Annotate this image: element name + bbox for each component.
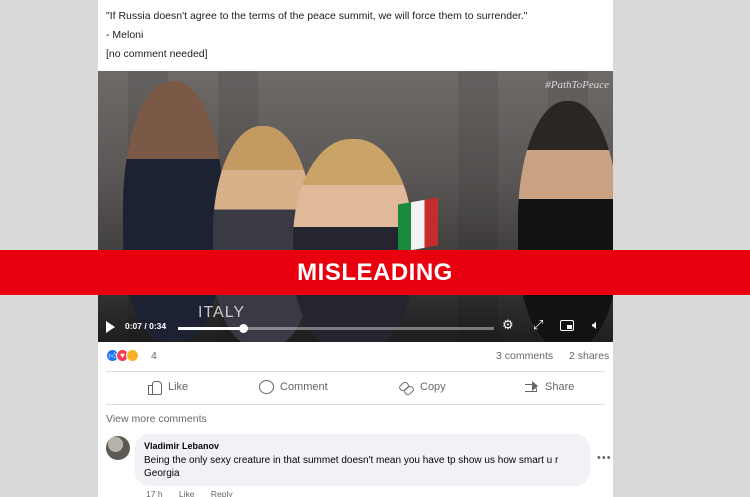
video-controls: 0:07 / 0:34 ⚙ ⤢ 🔈︎ xyxy=(98,308,613,342)
comment-text: Being the only sexy creature in that sum… xyxy=(144,455,559,479)
caption-note: [no comment needed] xyxy=(106,48,208,60)
comment-bubble-icon xyxy=(258,380,274,394)
divider xyxy=(106,371,605,372)
divider xyxy=(106,404,605,405)
thumbs-up-icon xyxy=(146,380,162,395)
comments-count[interactable]: 3 comments xyxy=(496,350,553,362)
gear-icon[interactable]: ⚙ xyxy=(502,318,514,332)
caption-attribution: - Meloni xyxy=(106,29,144,41)
video-progress-fill xyxy=(178,327,244,330)
video-progress-bar[interactable] xyxy=(178,324,494,333)
video-player[interactable]: #PathToPeace ITALY 0:07 / 0:34 ⚙ ⤢ 🔈︎ xyxy=(98,71,613,342)
italian-flag xyxy=(398,197,438,253)
post-caption: "If Russia doesn't agree to the terms of… xyxy=(98,0,613,64)
video-hashtag-overlay: #PathToPeace xyxy=(545,79,609,91)
avatar[interactable] xyxy=(106,436,130,460)
link-icon xyxy=(398,380,414,394)
video-time: 0:07 / 0:34 xyxy=(125,321,167,331)
like-label: Like xyxy=(168,381,189,393)
more-options-icon[interactable]: ••• xyxy=(597,452,612,464)
share-label: Share xyxy=(545,381,575,393)
share-arrow-icon xyxy=(523,380,539,394)
play-icon[interactable] xyxy=(106,321,115,333)
like-button[interactable]: Like xyxy=(146,380,189,395)
post-stats: 👍︎ ♥ 4 3 comments 2 shares xyxy=(98,346,613,366)
facebook-post-card: "If Russia doesn't agree to the terms of… xyxy=(98,0,613,497)
curtain-decoration xyxy=(458,71,498,342)
video-progress-knob[interactable] xyxy=(239,324,249,333)
expand-icon[interactable]: ⤢ xyxy=(533,318,543,332)
post-actions: Like Comment Copy Share xyxy=(98,374,613,402)
reaction-count[interactable]: 4 xyxy=(151,350,157,362)
comment-author[interactable]: Vladimir Lebanov xyxy=(144,440,581,452)
comment-button[interactable]: Comment xyxy=(258,380,328,394)
comment-item: Vladimir Lebanov Being the only sexy cre… xyxy=(106,434,613,497)
shares-count[interactable]: 2 shares xyxy=(569,350,609,362)
pip-icon[interactable] xyxy=(560,320,574,331)
haha-reaction-icon xyxy=(126,349,139,362)
person-right-figure xyxy=(518,101,613,342)
share-button[interactable]: Share xyxy=(523,380,574,394)
person-left-figure xyxy=(123,81,223,341)
comment-meta: 17 h Like Reply xyxy=(146,489,247,497)
comment-time: 17 h xyxy=(146,489,163,497)
copy-label: Copy xyxy=(420,381,446,393)
view-more-comments-link[interactable]: View more comments xyxy=(106,413,207,425)
comment-bubble: Vladimir Lebanov Being the only sexy cre… xyxy=(135,434,590,486)
comment-label: Comment xyxy=(280,381,328,393)
copy-button[interactable]: Copy xyxy=(398,380,446,394)
comment-like-link[interactable]: Like xyxy=(179,489,195,497)
volume-icon[interactable]: 🔈︎ xyxy=(592,318,600,332)
misleading-banner: MISLEADING xyxy=(0,250,750,295)
caption-quote: "If Russia doesn't agree to the terms of… xyxy=(106,10,528,22)
comment-reply-link[interactable]: Reply xyxy=(211,489,233,497)
reaction-icons[interactable]: 👍︎ ♥ xyxy=(106,349,139,362)
